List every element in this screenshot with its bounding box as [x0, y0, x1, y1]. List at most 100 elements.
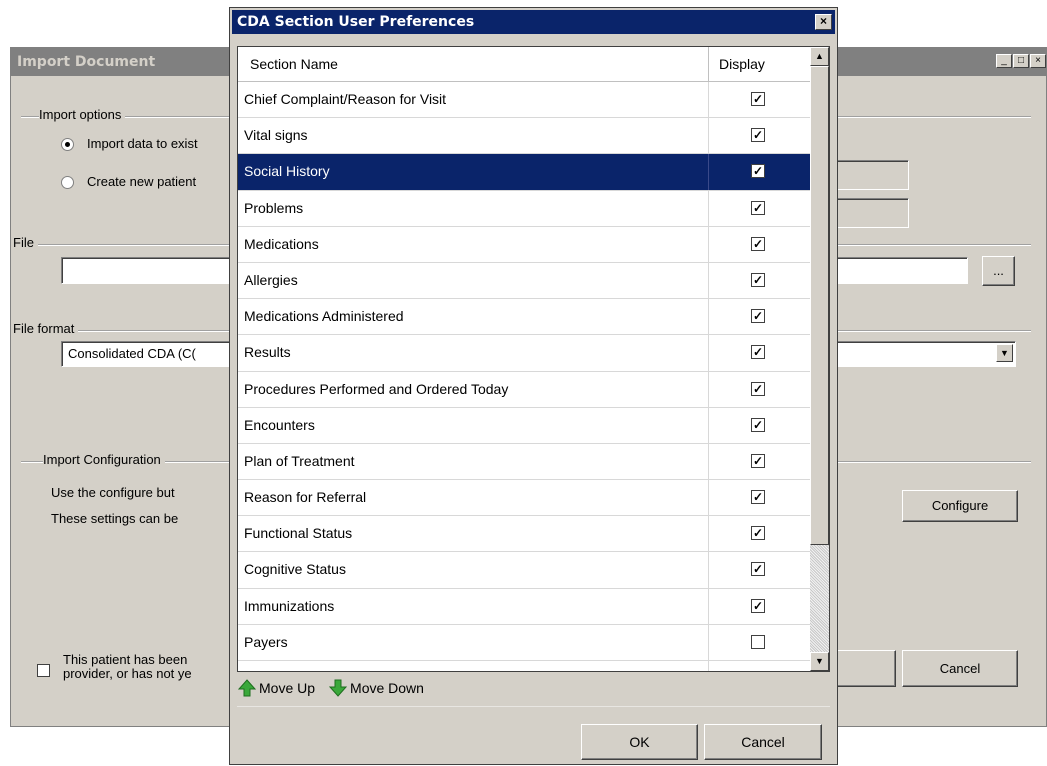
patient-consent-checkbox[interactable] [37, 664, 50, 677]
section-name-cell: Vital signs [244, 127, 308, 144]
table-row[interactable]: Procedures Performed and Ordered Today ✓ [238, 371, 810, 408]
display-checkbox[interactable]: ✓ [751, 417, 765, 432]
dialog-titlebar: CDA Section User Preferences × [232, 10, 835, 34]
table-row[interactable]: Vital signs ✓ [238, 118, 810, 155]
cell-separator [708, 118, 709, 154]
table-row[interactable]: Social History ✓ [238, 154, 810, 191]
display-checkbox[interactable]: ✓ [751, 128, 765, 143]
cell-separator [708, 661, 709, 671]
cell-separator [708, 624, 709, 660]
table-row[interactable]: Problems ✓ [238, 190, 810, 227]
cancel-button[interactable]: Cancel [902, 650, 1018, 687]
new-patient-field [831, 198, 909, 228]
patient-consent-line2: provider, or has not ye [63, 666, 192, 681]
display-checkbox[interactable]: ✓ [751, 272, 765, 287]
display-checkbox[interactable]: ✓ [751, 345, 765, 360]
import-options-label: Import options [39, 107, 126, 122]
display-checkbox[interactable]: ✓ [751, 236, 765, 251]
radio-create-new[interactable] [61, 176, 74, 189]
ok-button[interactable]: OK [581, 724, 698, 760]
cell-separator [708, 299, 709, 335]
arrow-up-icon [238, 679, 256, 697]
section-name-cell: Immunizations [244, 597, 335, 614]
file-format-label: File format [13, 321, 79, 336]
radio-import-existing-label: Import data to exist [87, 136, 198, 151]
dialog-close-button[interactable]: × [815, 14, 832, 30]
browse-button[interactable]: ... [982, 256, 1015, 286]
table-row[interactable]: Results ✓ [238, 335, 810, 372]
scroll-up-icon[interactable]: ▲ [810, 47, 829, 66]
table-row[interactable]: Functional Status ✓ [238, 516, 810, 553]
cda-section-preferences-dialog: CDA Section User Preferences × Section N… [229, 7, 838, 765]
display-checkbox[interactable]: ✓ [751, 526, 765, 541]
scroll-track[interactable] [810, 545, 829, 652]
display-checkbox[interactable]: ✓ [751, 671, 765, 672]
table-row[interactable]: Reason for Referral ✓ [238, 480, 810, 517]
table-row[interactable]: Medications ✓ [238, 226, 810, 263]
table-row[interactable]: Medical Equipment✓ [238, 661, 810, 672]
cell-separator [708, 480, 709, 516]
file-label: File [13, 235, 38, 250]
cell-separator [708, 335, 709, 371]
section-name-cell: Plan of Treatment [244, 452, 355, 469]
display-checkbox[interactable]: ✓ [751, 562, 765, 577]
section-name-cell: Problems [244, 199, 304, 216]
display-checkbox[interactable]: ✓ [751, 309, 765, 324]
patient-consent-line1: This patient has been [63, 652, 188, 667]
display-checkbox[interactable]: ✓ [751, 164, 765, 179]
radio-import-existing[interactable] [61, 138, 74, 151]
section-name-cell: Medications Administered [244, 308, 404, 325]
file-format-value: Consolidated CDA (C( [68, 346, 196, 361]
section-name-cell: Allergies [244, 271, 298, 288]
table-row[interactable]: Immunizations ✓ [238, 588, 810, 625]
section-name-cell: Social History [244, 163, 330, 180]
display-checkbox[interactable]: ✓ [751, 381, 765, 396]
cell-separator [708, 516, 709, 552]
section-name-cell: Medications [244, 235, 319, 252]
display-checkbox[interactable]: ✓ [751, 200, 765, 215]
maximize-button[interactable]: □ [1013, 54, 1029, 68]
cell-separator [708, 552, 709, 588]
cell-separator [708, 443, 709, 480]
move-up-button[interactable]: Move Up [238, 679, 315, 697]
table-row[interactable]: Medications Administered ✓ [238, 299, 810, 336]
cell-separator [708, 82, 709, 118]
display-checkbox[interactable]: ✓ [751, 92, 765, 106]
dialog-divider [237, 706, 830, 707]
chevron-down-icon[interactable]: ▼ [996, 344, 1013, 362]
scroll-down-icon[interactable]: ▼ [810, 652, 829, 671]
table-row[interactable]: Plan of Treatment ✓ [238, 443, 810, 481]
table-row[interactable]: Chief Complaint/Reason for Visit ✓ [238, 82, 810, 119]
table-row[interactable]: Cognitive Status ✓ [238, 552, 810, 589]
column-header-display[interactable]: Display [719, 56, 765, 72]
minimize-button[interactable]: _ [996, 54, 1012, 68]
table-row[interactable]: Allergies ✓ [238, 262, 810, 300]
scroll-thumb[interactable] [810, 66, 829, 545]
configure-button[interactable]: Configure [902, 490, 1018, 522]
vertical-scrollbar[interactable]: ▲ ▼ [810, 47, 829, 671]
close-button[interactable]: × [1030, 54, 1046, 68]
table-row[interactable]: Encounters ✓ [238, 407, 810, 444]
section-name-cell: Cognitive Status [244, 561, 346, 578]
grid-header: Section Name Display [238, 47, 810, 82]
cell-separator [708, 407, 709, 443]
arrow-down-icon [329, 679, 348, 697]
cell-separator [708, 226, 709, 262]
dialog-cancel-button[interactable]: Cancel [704, 724, 822, 760]
display-checkbox[interactable] [751, 634, 765, 649]
section-name-cell: Chief Complaint/Reason for Visit [244, 91, 447, 107]
import-config-label: Import Configuration [43, 452, 165, 467]
section-grid: Section Name Display Chief Complaint/Rea… [237, 46, 830, 672]
display-checkbox[interactable]: ✓ [751, 453, 765, 468]
window-controls: _ □ × [996, 54, 1046, 68]
cell-separator [708, 190, 709, 226]
section-name-cell: Procedures Performed and Ordered Today [244, 380, 509, 397]
table-row[interactable]: Payers [238, 624, 810, 661]
display-checkbox[interactable]: ✓ [751, 598, 765, 613]
dialog-title: CDA Section User Preferences [237, 14, 475, 30]
display-checkbox[interactable]: ✓ [751, 490, 765, 505]
move-down-button[interactable]: Move Down [329, 679, 424, 697]
move-down-label: Move Down [350, 680, 424, 696]
column-header-section-name[interactable]: Section Name [250, 56, 338, 72]
existing-patient-field [831, 160, 909, 190]
